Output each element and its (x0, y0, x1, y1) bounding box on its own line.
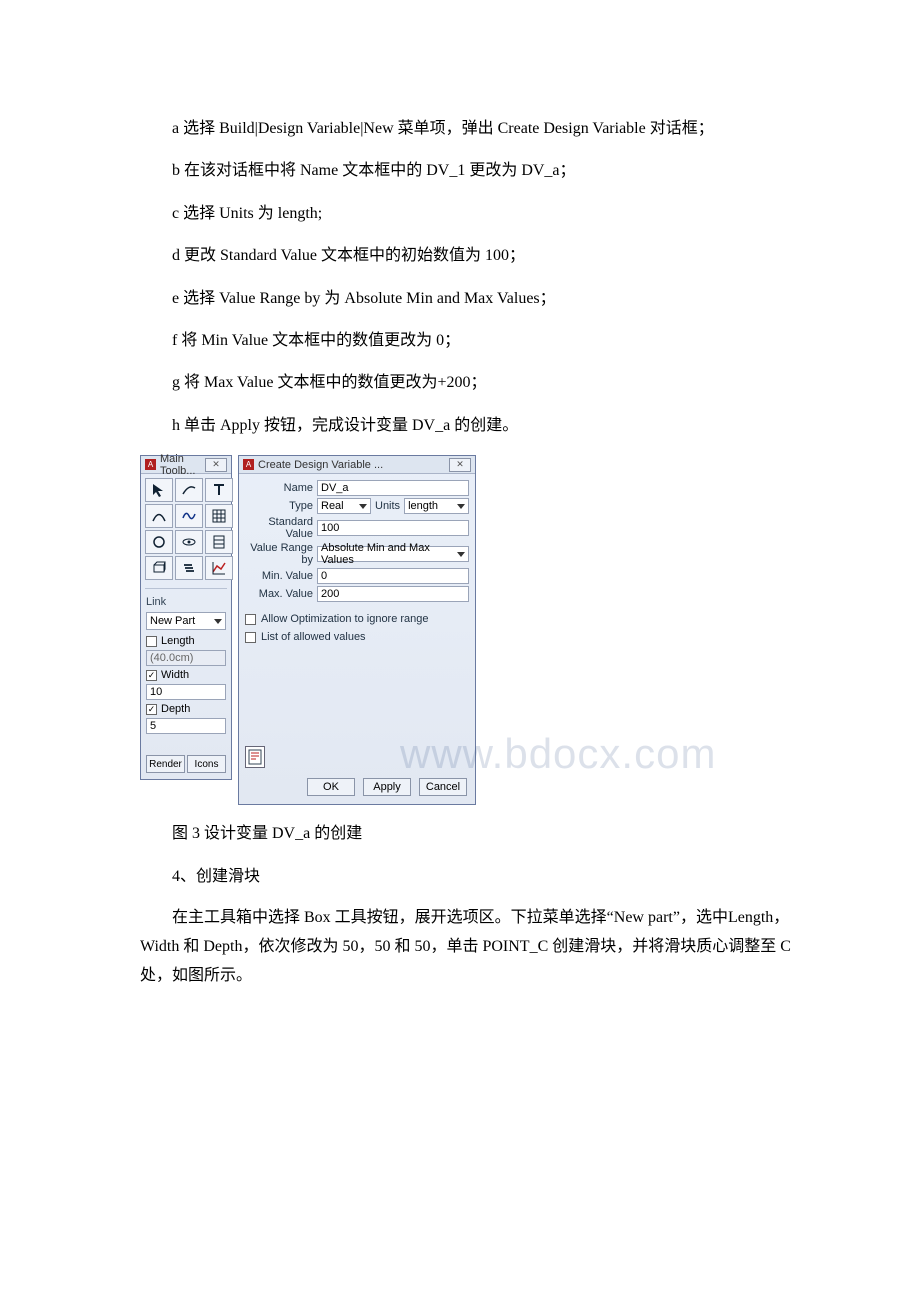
close-icon[interactable]: ✕ (205, 458, 227, 472)
allow-optimization-checkbox[interactable] (245, 614, 256, 625)
depth-checkbox[interactable]: ✓ (146, 704, 157, 715)
chevron-down-icon (457, 504, 465, 509)
line-tool-icon[interactable] (175, 478, 203, 502)
main-toolbox-panel: A Main Toolb... ✕ (140, 455, 232, 780)
tool-grid (141, 474, 231, 584)
figure-caption: 图 3 设计变量 DV_a 的创建 (140, 815, 800, 853)
step-f: f 将 Min Value 文本框中的数值更改为 0； (140, 322, 800, 360)
toolbox-title: Main Toolb... (160, 453, 201, 477)
length-input[interactable]: (40.0cm) (146, 650, 226, 666)
name-label: Name (245, 482, 317, 494)
chevron-down-icon (214, 619, 222, 624)
film-tool-icon[interactable] (205, 530, 233, 554)
link-label: Link (141, 593, 231, 609)
graph-tool-icon[interactable] (205, 556, 233, 580)
render-button[interactable]: Render (146, 755, 185, 773)
width-label: Width (161, 669, 189, 681)
type-label: Type (245, 500, 317, 512)
app-icon: A (243, 459, 254, 470)
max-value-input[interactable]: 200 (317, 586, 469, 602)
apply-button[interactable]: Apply (363, 778, 411, 796)
icons-button[interactable]: Icons (187, 755, 226, 773)
text-tool-icon[interactable] (205, 478, 233, 502)
ok-button[interactable]: OK (307, 778, 355, 796)
std-value-input[interactable]: 100 (317, 520, 469, 536)
toolbox-titlebar: A Main Toolb... ✕ (141, 456, 231, 474)
close-icon[interactable]: ✕ (449, 458, 471, 472)
dialog-title: Create Design Variable ... (258, 459, 445, 471)
step-e: e 选择 Value Range by 为 Absolute Min and M… (140, 280, 800, 318)
notes-icon[interactable] (245, 746, 265, 768)
step-c: c 选择 Units 为 length; (140, 195, 800, 233)
length-checkbox[interactable] (146, 636, 157, 647)
section-4-body: 在主工具箱中选择 Box 工具按钮，展开选项区。下拉菜单选择“New part”… (140, 904, 800, 990)
length-label: Length (161, 635, 195, 647)
cancel-button[interactable]: Cancel (419, 778, 467, 796)
depth-input[interactable]: 5 (146, 718, 226, 734)
min-value-input[interactable]: 0 (317, 568, 469, 584)
section-4-title: 4、创建滑块 (140, 858, 800, 896)
list-allowed-checkbox[interactable] (245, 632, 256, 643)
depth-label: Depth (161, 703, 190, 715)
step-h: h 单击 Apply 按钮，完成设计变量 DV_a 的创建。 (140, 407, 800, 445)
units-label: Units (371, 500, 404, 512)
chevron-down-icon (457, 552, 465, 557)
chevron-down-icon (359, 504, 367, 509)
max-value-label: Max. Value (245, 588, 317, 600)
type-select[interactable]: Real (317, 498, 371, 514)
step-a: a 选择 Build|Design Variable|New 菜单项，弹出 Cr… (140, 110, 800, 148)
units-value: length (408, 500, 438, 512)
min-value-label: Min. Value (245, 570, 317, 582)
step-g: g 将 Max Value 文本框中的数值更改为+200； (140, 364, 800, 402)
create-design-variable-dialog: A Create Design Variable ... ✕ Name DV_a… (238, 455, 476, 805)
std-value-label: Standard Value (245, 516, 317, 540)
new-part-dropdown[interactable]: New Part (146, 612, 226, 630)
arc-tool-icon[interactable] (145, 504, 173, 528)
range-select[interactable]: Absolute Min and Max Values (317, 546, 469, 562)
select-tool-icon[interactable] (145, 478, 173, 502)
name-input[interactable]: DV_a (317, 480, 469, 496)
type-value: Real (321, 500, 344, 512)
width-input[interactable]: 10 (146, 684, 226, 700)
range-label: Value Range by (245, 542, 317, 566)
dialog-titlebar: A Create Design Variable ... ✕ (239, 456, 475, 474)
step-d: d 更改 Standard Value 文本框中的初始数值为 100； (140, 237, 800, 275)
allow-optimization-label: Allow Optimization to ignore range (261, 613, 429, 625)
circle-tool-icon[interactable] (145, 530, 173, 554)
spline-tool-icon[interactable] (175, 504, 203, 528)
app-icon: A (145, 459, 156, 470)
grid-tool-icon[interactable] (205, 504, 233, 528)
range-value: Absolute Min and Max Values (321, 542, 457, 566)
units-select[interactable]: length (404, 498, 469, 514)
layers-tool-icon[interactable] (175, 556, 203, 580)
step-b: b 在该对话框中将 Name 文本框中的 DV_1 更改为 DV_a； (140, 152, 800, 190)
list-allowed-label: List of allowed values (261, 631, 366, 643)
width-checkbox[interactable]: ✓ (146, 670, 157, 681)
box-tool-icon[interactable] (145, 556, 173, 580)
eye-tool-icon[interactable] (175, 530, 203, 554)
new-part-value: New Part (150, 615, 195, 627)
